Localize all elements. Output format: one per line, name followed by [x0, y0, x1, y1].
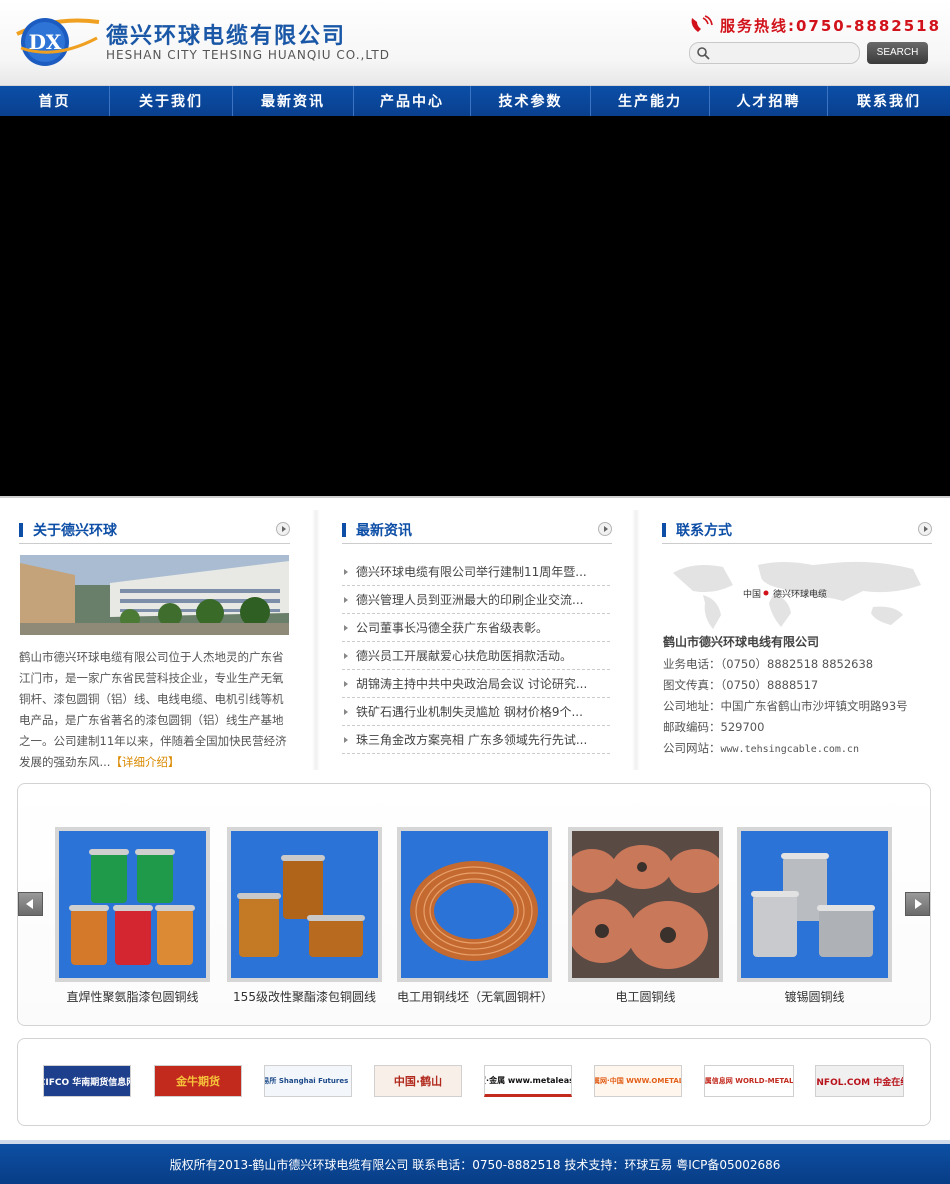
- link-logo[interactable]: 中国·鹤山: [374, 1065, 462, 1097]
- product-card[interactable]: 电工用铜线坯（无氧圆铜杆）: [397, 827, 554, 1005]
- phone-icon: [691, 15, 713, 32]
- website-link[interactable]: www.tehsingcable.com.cn: [721, 744, 859, 755]
- column-divider: [632, 510, 640, 770]
- phone-label: 业务电话：: [663, 657, 721, 671]
- nav-item-capacity[interactable]: 生产能力: [591, 86, 710, 116]
- product-name: 电工圆铜线: [615, 990, 676, 1004]
- section-bar: [342, 523, 346, 537]
- link-logo[interactable]: CNFOL.COM 中金在线: [815, 1065, 904, 1097]
- company-name-en: HESHAN CITY TEHSING HUANQIU CO.,LTD: [106, 48, 390, 62]
- link-logo[interactable]: 全球金属网·中国 WWW.OMETAL.COM: [594, 1065, 682, 1097]
- news-item[interactable]: 德兴员工开展献爱心扶危助医捐款活动。: [342, 642, 610, 670]
- header: DX 德兴环球电缆有限公司 HESHAN CITY TEHSING HUANQI…: [0, 0, 950, 86]
- news-title: 最新资讯: [356, 523, 412, 539]
- hotline: 服务热线:0750-8882518: [688, 12, 941, 38]
- fax-value: （0750）8888517: [720, 678, 819, 692]
- section-bar: [662, 523, 666, 537]
- logo-text: DX: [29, 30, 62, 54]
- section-bar: [19, 523, 23, 537]
- product-name: 镀锡圆铜线: [784, 990, 845, 1004]
- contact-more-arrow-icon[interactable]: [918, 522, 932, 536]
- company-logo[interactable]: DX: [15, 14, 101, 68]
- about-detail-link[interactable]: 【详细介绍】: [110, 755, 179, 769]
- nav-item-about[interactable]: 关于我们: [110, 86, 233, 116]
- contact-postcode: 邮政编码：529700: [663, 719, 764, 735]
- about-title: 关于德兴环球: [33, 523, 117, 539]
- contact-fax: 图文传真：（0750）8888517: [663, 677, 818, 693]
- factory-photo: [20, 555, 289, 635]
- contact-website: 公司网站：www.tehsingcable.com.cn: [663, 740, 859, 756]
- postcode-value: 529700: [720, 720, 765, 734]
- search-button[interactable]: SEARCH: [867, 42, 928, 64]
- column-divider: [312, 510, 320, 770]
- scroll-right-button[interactable]: [905, 892, 930, 916]
- banner[interactable]: [0, 116, 950, 498]
- map-label-china: 中国: [743, 588, 761, 600]
- nav-item-home[interactable]: 首页: [0, 86, 110, 116]
- news-item[interactable]: 铁矿石遇行业机制失灵尴尬 钢材价格9个...: [342, 698, 610, 726]
- news-item[interactable]: 珠三角金改方案亮相 广东多领域先行先试...: [342, 726, 610, 754]
- product-card[interactable]: 直焊性聚氨脂漆包圆铜线: [55, 827, 210, 1005]
- nav-item-news[interactable]: 最新资讯: [233, 86, 354, 116]
- about-section-header: 关于德兴环球: [19, 516, 290, 544]
- about-text: 鹤山市德兴环球电缆有限公司位于人杰地灵的广东省江门市，是一家广东省民营科技企业，…: [19, 647, 290, 773]
- nav-item-contact[interactable]: 联系我们: [828, 86, 950, 116]
- world-map: 中国 德兴环球电缆: [663, 555, 931, 633]
- website-label: 公司网站：: [663, 741, 721, 755]
- product-image: [737, 827, 892, 982]
- address-value: 中国广东省鹤山市沙坪镇文明路93号: [720, 699, 908, 713]
- hotline-text: 服务热线:0750-8882518: [720, 16, 942, 35]
- product-image: [55, 827, 210, 982]
- footer-copyright: 版权所有2013-鹤山市德兴环球电缆有限公司 联系电话：0750-8882518…: [169, 1158, 781, 1172]
- link-logo[interactable]: 金牛期货: [154, 1065, 242, 1097]
- footer: 版权所有2013-鹤山市德兴环球电缆有限公司 联系电话：0750-8882518…: [0, 1140, 950, 1184]
- fax-label: 图文传真：: [663, 678, 721, 692]
- contact-section-header: 联系方式: [662, 516, 932, 544]
- product-card[interactable]: 镀锡圆铜线: [737, 827, 892, 1005]
- search-input[interactable]: [714, 44, 854, 62]
- link-logo[interactable]: 环球金属信息网 WORLD-METAL.COM: [704, 1065, 794, 1097]
- contact-title: 联系方式: [676, 523, 732, 539]
- nav-item-tech[interactable]: 技术参数: [471, 86, 591, 116]
- product-name: 155级改性聚酯漆包铜圆线: [233, 990, 376, 1004]
- phone-value: （0750）8882518 8852638: [720, 657, 874, 671]
- company-name-cn: 德兴环球电缆有限公司: [106, 24, 347, 49]
- search-icon: [697, 47, 710, 60]
- product-card[interactable]: 155级改性聚酯漆包铜圆线: [227, 827, 382, 1005]
- nav-item-products[interactable]: 产品中心: [354, 86, 471, 116]
- contact-address: 公司地址：中国广东省鹤山市沙坪镇文明路93号: [663, 698, 908, 714]
- news-item[interactable]: 公司董事长冯德全获广东省级表彰。: [342, 614, 610, 642]
- contact-company: 鹤山市德兴环球电线有限公司: [663, 635, 820, 649]
- main-nav: 首页 关于我们 最新资讯 产品中心 技术参数 生产能力 人才招聘 联系我们: [0, 86, 950, 116]
- news-list: 德兴环球电缆有限公司举行建制11周年暨... 德兴管理人员到亚洲最大的印刷企业交…: [342, 558, 610, 754]
- product-image: [227, 827, 382, 982]
- nav-item-jobs[interactable]: 人才招聘: [710, 86, 828, 116]
- product-image: [397, 827, 552, 982]
- news-item[interactable]: 德兴管理人员到亚洲最大的印刷企业交流...: [342, 586, 610, 614]
- map-label-company: 德兴环球电缆: [773, 588, 827, 600]
- link-logo[interactable]: CIFCO 华南期货信息网: [43, 1065, 131, 1097]
- product-image: [568, 827, 723, 982]
- contact-phone: 业务电话：（0750）8882518 8852638: [663, 656, 873, 672]
- news-section-header: 最新资讯: [342, 516, 612, 544]
- news-item[interactable]: 胡锦涛主持中共中央政治局会议 讨论研究...: [342, 670, 610, 698]
- news-item[interactable]: 德兴环球电缆有限公司举行建制11周年暨...: [342, 558, 610, 586]
- link-logo[interactable]: 上海期货交易所 Shanghai Futures Exchange: [264, 1065, 352, 1097]
- postcode-label: 邮政编码：: [663, 720, 721, 734]
- product-name: 电工用铜线坯（无氧圆铜杆）: [397, 990, 554, 1004]
- about-more-arrow-icon[interactable]: [276, 522, 290, 536]
- search-box[interactable]: [689, 42, 860, 64]
- product-card[interactable]: 电工圆铜线: [568, 827, 723, 1005]
- news-more-arrow-icon[interactable]: [598, 522, 612, 536]
- scroll-left-button[interactable]: [18, 892, 43, 916]
- link-logo[interactable]: CBI易贸·金属 www.metalease.com: [484, 1065, 572, 1097]
- address-label: 公司地址：: [663, 699, 721, 713]
- product-name: 直焊性聚氨脂漆包圆铜线: [66, 990, 199, 1004]
- about-body: 鹤山市德兴环球电缆有限公司位于人杰地灵的广东省江门市，是一家广东省民营科技企业，…: [19, 650, 287, 769]
